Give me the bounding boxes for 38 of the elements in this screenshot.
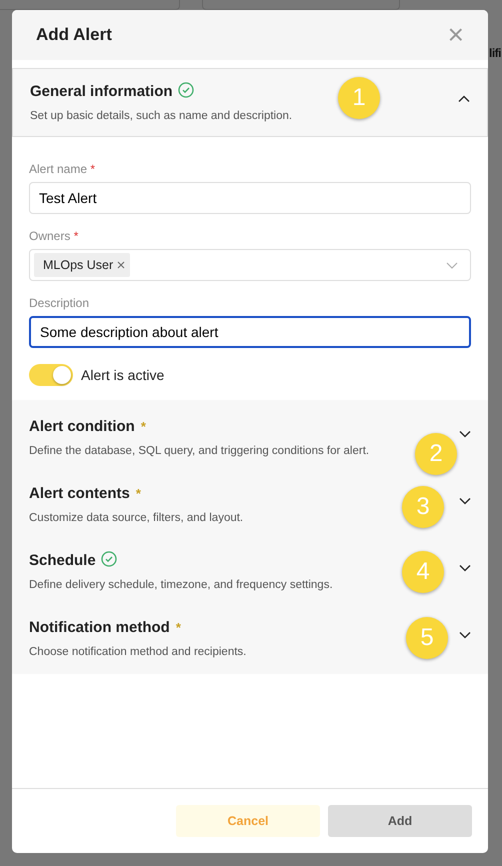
- field-label: Alert name: [29, 162, 88, 176]
- expand-chevron-icon[interactable]: [459, 631, 471, 639]
- step-number-marker: 4: [402, 551, 444, 593]
- field-label: Owners: [29, 229, 70, 243]
- section-title[interactable]: Schedule: [29, 552, 96, 569]
- required-mark: *: [90, 162, 96, 176]
- remove-icon[interactable]: [117, 261, 126, 269]
- toggle-label: Alert is active: [81, 366, 164, 384]
- section-title[interactable]: Notification method: [29, 619, 170, 636]
- section-description: Set up basic details, such as name and description.: [30, 108, 292, 124]
- add-button[interactable]: Add: [328, 805, 472, 837]
- section-title[interactable]: Alert contents: [29, 485, 130, 502]
- step-number-marker: 2: [415, 433, 457, 475]
- expand-chevron-icon[interactable]: [459, 564, 471, 572]
- section-description: Customize data source, filters, and layout.: [29, 510, 244, 526]
- collapse-chevron-icon[interactable]: [458, 95, 470, 103]
- section-title[interactable]: Alert condition: [29, 418, 135, 435]
- dialog-title: Add Alert: [36, 24, 112, 46]
- section-description: Define delivery schedule, timezone, and frequency settings.: [29, 578, 333, 592]
- required-mark: *: [74, 229, 78, 243]
- expand-chevron-icon[interactable]: [459, 497, 471, 505]
- owner-tag: MLOps User: [34, 252, 130, 278]
- step-number-marker: 3: [402, 486, 444, 528]
- required-mark: *: [140, 419, 146, 434]
- select-field[interactable]: MLOps User: [29, 249, 471, 281]
- step-number-marker: 1: [338, 77, 380, 119]
- expand-chevron-icon[interactable]: [459, 430, 471, 438]
- section-description: Choose notification method and recipients.: [29, 644, 246, 660]
- background-text: lifi: [489, 45, 501, 62]
- field-label: Description: [29, 296, 90, 310]
- input-field[interactable]: Test Alert: [29, 182, 471, 214]
- step-number-marker: 5: [406, 617, 448, 659]
- section-description: Define the database, SQL query, and triggering conditions for alert.: [29, 444, 370, 458]
- required-mark: *: [136, 486, 141, 501]
- input-field[interactable]: Some description about alert: [29, 316, 471, 348]
- section-title[interactable]: General information: [30, 83, 173, 100]
- required-mark: *: [176, 620, 181, 635]
- toggle-switch[interactable]: [29, 364, 73, 386]
